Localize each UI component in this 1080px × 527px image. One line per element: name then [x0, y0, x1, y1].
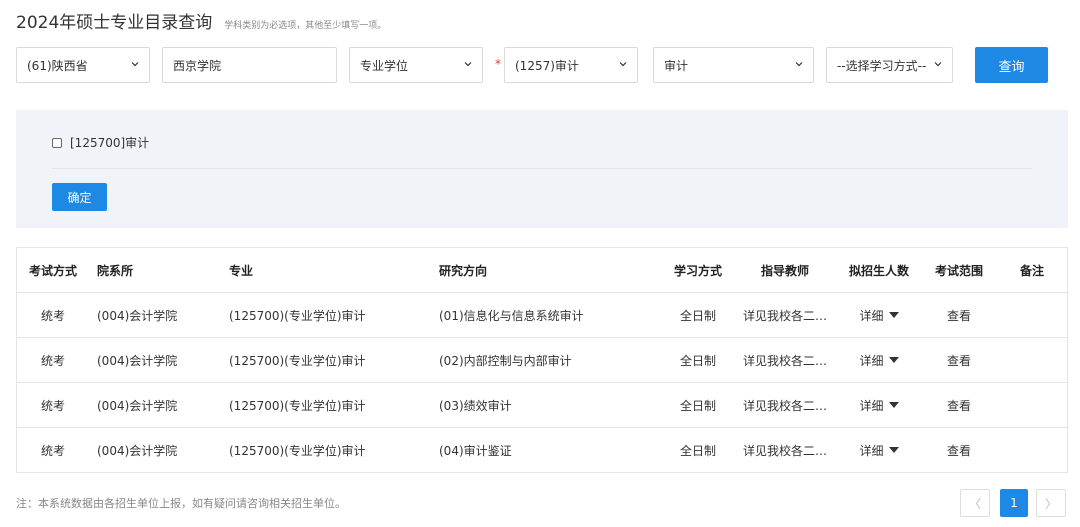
- enrollment-detail-label: 详细: [859, 308, 884, 323]
- cell-major: (125700)(专业学位)审计: [229, 398, 366, 413]
- major-checkbox-row[interactable]: [125700]审计: [52, 134, 149, 151]
- cell-exam-type: 统考: [40, 308, 65, 323]
- chevron-down-icon: [464, 62, 472, 67]
- header-research-direction: 研究方向: [439, 263, 488, 278]
- province-select[interactable]: (61)陕西省: [16, 47, 150, 83]
- table-header: 考试方式 院系所 专业 研究方向 学习方式 指导教师 拟招生人数 考试范围 备注: [17, 248, 1067, 293]
- table-row: 统考 (004)会计学院 (125700)(专业学位)审计 (01)信息化与信息…: [17, 293, 1067, 338]
- cell-remarks: [1007, 293, 1057, 337]
- page-1-button[interactable]: 1: [1000, 489, 1028, 517]
- exam-scope-link[interactable]: 查看: [927, 338, 991, 382]
- caret-down-icon: [888, 402, 899, 408]
- confirm-button[interactable]: 确定: [52, 183, 107, 211]
- required-mark: *: [495, 57, 501, 71]
- enrollment-detail-label: 详细: [859, 398, 884, 413]
- cell-supervisor: 详见我校各二…: [742, 398, 827, 413]
- major-checkbox[interactable]: [52, 137, 62, 148]
- study-mode-select[interactable]: --选择学习方式--: [826, 47, 953, 83]
- chevron-down-icon: [619, 62, 627, 67]
- cell-supervisor: 详见我校各二…: [742, 308, 827, 323]
- footer-note: 注：本系统数据由各招生单位上报，如有疑问请咨询相关招生单位。: [16, 497, 346, 510]
- table-row: 统考 (004)会计学院 (125700)(专业学位)审计 (04)审计鉴证 全…: [17, 428, 1067, 473]
- province-select-value: (61)陕西省: [27, 58, 88, 73]
- cell-remarks: [1007, 428, 1057, 472]
- cell-exam-type: 统考: [40, 398, 65, 413]
- exam-scope-link[interactable]: 查看: [927, 383, 991, 427]
- school-input[interactable]: 西京学院: [162, 47, 337, 83]
- major-select[interactable]: 审计: [653, 47, 814, 83]
- header-exam-type: 考试方式: [28, 263, 77, 278]
- next-page-button[interactable]: 〉: [1036, 489, 1066, 517]
- cell-study-mode: 全日制: [679, 443, 716, 458]
- header-enrollment: 拟招生人数: [848, 263, 909, 278]
- caret-down-icon: [888, 357, 899, 363]
- cell-study-mode: 全日制: [679, 398, 716, 413]
- enrollment-detail-toggle[interactable]: 详细: [845, 338, 913, 382]
- cell-major: (125700)(专业学位)审计: [229, 443, 366, 458]
- cell-study-mode: 全日制: [679, 308, 716, 323]
- discipline-select[interactable]: (1257)审计: [504, 47, 638, 83]
- enrollment-detail-toggle[interactable]: 详细: [845, 293, 913, 337]
- enrollment-detail-toggle[interactable]: 详细: [845, 383, 913, 427]
- cell-supervisor: 详见我校各二…: [742, 443, 827, 458]
- major-selection-panel: [125700]审计 确定: [16, 110, 1068, 228]
- form-hint: 学科类别为必选项，其他至少填写一项。: [224, 21, 387, 31]
- cell-department: (004)会计学院: [97, 398, 178, 413]
- table-row: 统考 (004)会计学院 (125700)(专业学位)审计 (03)绩效审计 全…: [17, 383, 1067, 428]
- cell-major: (125700)(专业学位)审计: [229, 353, 366, 368]
- cell-major: (125700)(专业学位)审计: [229, 308, 366, 323]
- table-row: 统考 (004)会计学院 (125700)(专业学位)审计 (02)内部控制与内…: [17, 338, 1067, 383]
- header-supervisor: 指导教师: [760, 263, 809, 278]
- cell-department: (004)会计学院: [97, 353, 178, 368]
- school-input-value: 西京学院: [173, 58, 222, 73]
- major-checkbox-label: [125700]审计: [70, 136, 150, 150]
- header-remarks: 备注: [1019, 263, 1044, 278]
- page-header: 2024年硕士专业目录查询 学科类别为必选项，其他至少填写一项。: [16, 8, 387, 33]
- header-exam-scope: 考试范围: [934, 263, 983, 278]
- chevron-down-icon: [934, 62, 942, 67]
- cell-exam-type: 统考: [40, 353, 65, 368]
- enrollment-detail-toggle[interactable]: 详细: [845, 428, 913, 472]
- cell-department: (004)会计学院: [97, 443, 178, 458]
- major-select-value: 审计: [664, 58, 689, 73]
- caret-down-icon: [888, 447, 899, 453]
- prev-page-button[interactable]: 〈: [960, 489, 990, 517]
- cell-remarks: [1007, 338, 1057, 382]
- degree-type-select[interactable]: 专业学位: [349, 47, 483, 83]
- enrollment-detail-label: 详细: [859, 353, 884, 368]
- cell-research-direction: (02)内部控制与内部审计: [439, 353, 572, 368]
- cell-research-direction: (04)审计鉴证: [439, 443, 512, 458]
- cell-research-direction: (01)信息化与信息系统审计: [439, 308, 584, 323]
- results-table: 考试方式 院系所 专业 研究方向 学习方式 指导教师 拟招生人数 考试范围 备注…: [16, 247, 1068, 473]
- chevron-down-icon: [795, 62, 803, 67]
- cell-exam-type: 统考: [40, 443, 65, 458]
- search-button[interactable]: 查询: [975, 47, 1048, 83]
- cell-remarks: [1007, 383, 1057, 427]
- discipline-select-value: (1257)审计: [515, 58, 579, 73]
- header-department: 院系所: [97, 263, 134, 278]
- panel-divider: [52, 168, 1032, 169]
- enrollment-detail-label: 详细: [859, 443, 884, 458]
- page-title: 2024年硕士专业目录查询: [16, 13, 213, 33]
- exam-scope-link[interactable]: 查看: [927, 293, 991, 337]
- cell-supervisor: 详见我校各二…: [742, 353, 827, 368]
- header-study-mode: 学习方式: [673, 263, 722, 278]
- exam-scope-link[interactable]: 查看: [927, 428, 991, 472]
- cell-study-mode: 全日制: [679, 353, 716, 368]
- caret-down-icon: [888, 312, 899, 318]
- cell-department: (004)会计学院: [97, 308, 178, 323]
- header-major: 专业: [229, 263, 254, 278]
- cell-research-direction: (03)绩效审计: [439, 398, 512, 413]
- study-mode-select-value: --选择学习方式--: [837, 58, 927, 73]
- degree-type-select-value: 专业学位: [360, 58, 409, 73]
- chevron-down-icon: [131, 62, 139, 67]
